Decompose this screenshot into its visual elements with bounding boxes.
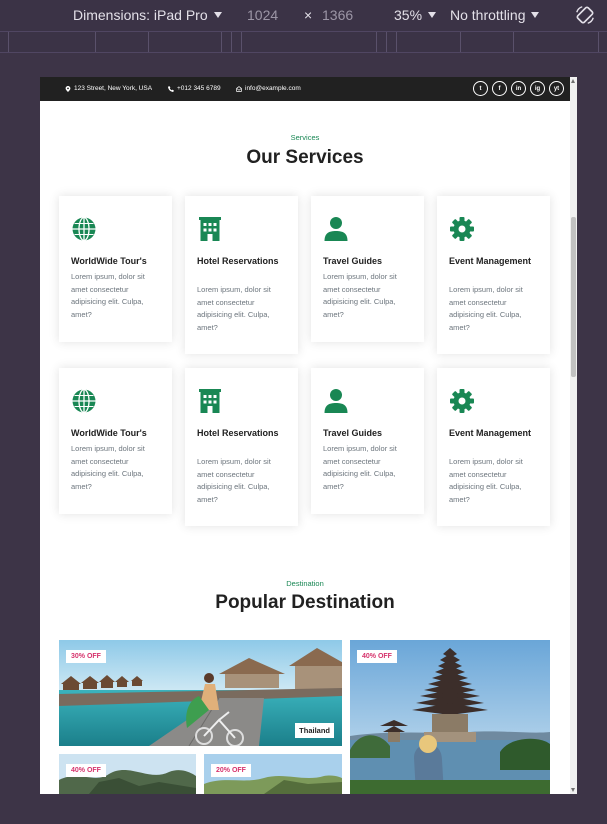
service-desc: Lorem ipsum, dolor sit amet consectetur … <box>197 457 271 504</box>
service-card[interactable]: WorldWide Tour's Lorem ipsum, dolor sit … <box>59 368 172 514</box>
service-desc: Lorem ipsum, dolor sit amet consectetur … <box>197 285 271 332</box>
dimensions-dropdown[interactable]: Dimensions: iPad Pro <box>73 7 222 23</box>
throttling-dropdown[interactable]: No throttling <box>450 7 540 23</box>
service-title: WorldWide Tour's <box>71 428 147 438</box>
phone-text: +012 345 6789 <box>177 85 221 92</box>
service-title: Travel Guides <box>323 256 383 266</box>
services-subtitle: Services <box>290 133 320 142</box>
service-card[interactable]: Travel Guides Lorem ipsum, dolor sit ame… <box>311 196 424 342</box>
service-title: Hotel Reservations <box>197 428 279 438</box>
hotel-icon <box>199 389 221 413</box>
gear-icon <box>450 389 474 413</box>
phone-info: +012 345 6789 <box>168 85 221 92</box>
dimensions-label: Dimensions: iPad Pro <box>73 7 208 23</box>
linkedin-icon[interactable]: in <box>511 81 526 96</box>
youtube-icon[interactable]: yt <box>549 81 564 96</box>
width-input[interactable]: 1024 <box>247 7 278 23</box>
email-info: info@example.com <box>236 85 301 92</box>
phone-icon <box>168 85 174 92</box>
scroll-up-icon[interactable] <box>571 79 575 83</box>
service-title: Event Management <box>449 428 532 438</box>
destination-subtitle: Destination <box>286 579 324 588</box>
throttling-label: No throttling <box>450 7 526 23</box>
zoom-label: 35% <box>394 7 423 23</box>
destination-card[interactable]: 30% OFF Thailand <box>59 640 342 746</box>
scrollbar-thumb[interactable] <box>571 217 576 377</box>
twitter-icon[interactable]: t <box>473 81 488 96</box>
services-title: Our Services <box>246 147 364 168</box>
email-text: info@example.com <box>245 85 301 92</box>
map-marker-icon <box>65 85 71 92</box>
times-sign: × <box>304 7 313 23</box>
facebook-icon[interactable]: f <box>492 81 507 96</box>
user-icon <box>324 217 348 241</box>
service-card[interactable]: Hotel Reservations Lorem ipsum, dolor si… <box>185 196 298 354</box>
location-label[interactable]: Thailand <box>295 723 334 738</box>
destination-title: Popular Destination <box>215 592 395 613</box>
user-icon <box>324 389 348 413</box>
service-desc: Lorem ipsum, dolor sit amet consectetur … <box>71 444 145 491</box>
zoom-dropdown[interactable]: 35% <box>394 7 437 23</box>
address-info: 123 Street, New York, USA <box>65 85 152 92</box>
height-input[interactable]: 1366 <box>322 7 353 23</box>
service-desc: Lorem ipsum, dolor sit amet consectetur … <box>323 444 397 491</box>
hotel-icon <box>199 217 221 241</box>
rotate-icon[interactable] <box>574 4 596 26</box>
service-desc: Lorem ipsum, dolor sit amet consectetur … <box>449 285 523 332</box>
service-card[interactable]: Hotel Reservations Lorem ipsum, dolor si… <box>185 368 298 526</box>
service-desc: Lorem ipsum, dolor sit amet consectetur … <box>323 272 397 319</box>
discount-badge: 40% OFF <box>357 650 397 663</box>
service-card[interactable]: Travel Guides Lorem ipsum, dolor sit ame… <box>311 368 424 514</box>
instagram-icon[interactable]: ig <box>530 81 545 96</box>
service-card[interactable]: Event Management Lorem ipsum, dolor sit … <box>437 196 550 354</box>
address-text: 123 Street, New York, USA <box>74 85 153 92</box>
envelope-open-icon <box>236 85 242 92</box>
service-title: WorldWide Tour's <box>71 256 147 266</box>
gear-icon <box>450 217 474 241</box>
service-card[interactable]: WorldWide Tour's Lorem ipsum, dolor sit … <box>59 196 172 342</box>
chevron-down-icon <box>531 12 540 18</box>
service-desc: Lorem ipsum, dolor sit amet consectetur … <box>71 272 145 319</box>
temple-photo <box>350 640 550 794</box>
device-viewport: 123 Street, New York, USA +012 345 6789 … <box>40 77 577 794</box>
media-query-bar[interactable] <box>0 31 607 53</box>
web-page: 123 Street, New York, USA +012 345 6789 … <box>40 77 570 794</box>
scroll-down-icon[interactable] <box>571 788 575 792</box>
service-desc: Lorem ipsum, dolor sit amet consectetur … <box>449 457 523 504</box>
discount-badge: 30% OFF <box>66 650 106 663</box>
scrollbar[interactable] <box>570 77 577 794</box>
service-title: Travel Guides <box>323 428 383 438</box>
destination-card[interactable]: 20% OFF <box>204 754 342 794</box>
device-toolbar: Dimensions: iPad Pro 1024 × 1366 35% No … <box>0 0 607 31</box>
destination-card[interactable]: 40% OFF <box>350 640 550 794</box>
social-links: t f in ig yt <box>473 81 564 96</box>
service-title: Hotel Reservations <box>197 256 279 266</box>
service-card[interactable]: Event Management Lorem ipsum, dolor sit … <box>437 368 550 526</box>
chevron-down-icon <box>428 12 437 18</box>
service-title: Event Management <box>449 256 532 266</box>
destination-card[interactable]: 40% OFF <box>59 754 196 794</box>
topbar: 123 Street, New York, USA +012 345 6789 … <box>40 77 570 101</box>
discount-badge: 20% OFF <box>211 764 251 777</box>
globe-icon <box>72 216 96 242</box>
globe-icon <box>72 388 96 414</box>
chevron-down-icon <box>213 12 222 18</box>
discount-badge: 40% OFF <box>66 764 106 777</box>
